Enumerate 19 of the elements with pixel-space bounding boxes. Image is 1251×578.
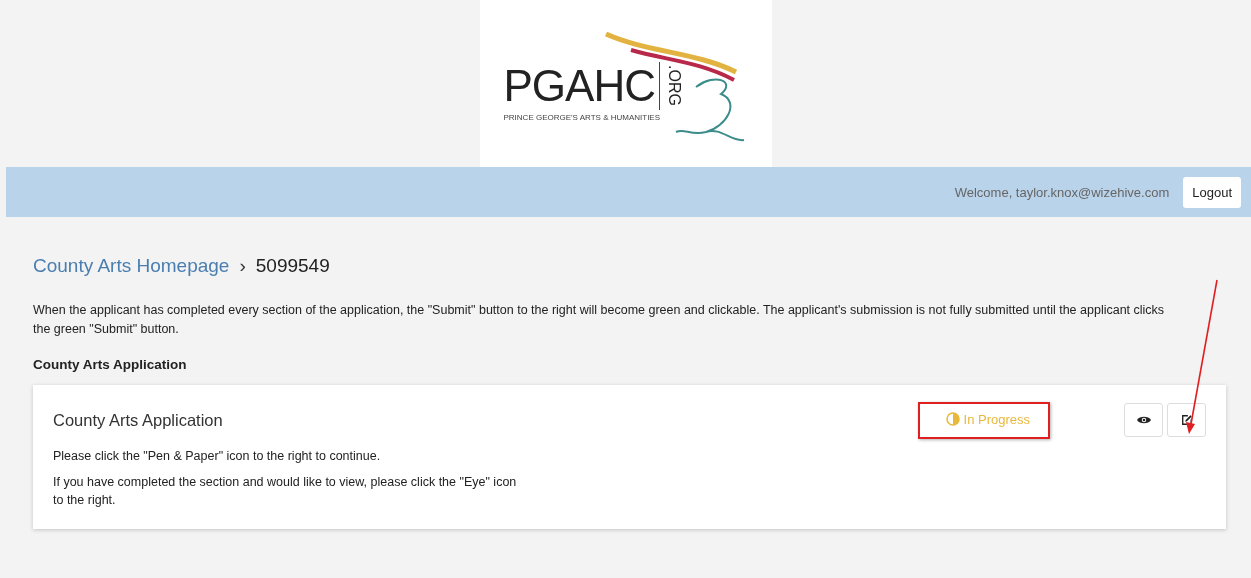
status-label: In Progress [917, 401, 1050, 439]
card-title: County Arts Application [53, 410, 224, 430]
pen-paper-icon [1180, 414, 1193, 426]
view-button[interactable] [1124, 403, 1163, 437]
edit-button[interactable] [1167, 403, 1206, 437]
breadcrumb-separator: › [239, 255, 246, 277]
eye-icon [1136, 415, 1151, 425]
logout-button[interactable]: Logout [1183, 176, 1241, 208]
half-circle-icon [945, 412, 960, 426]
intro-text: When the applicant has completed every section of the application, the "Submit" button to the right will become green and clickable. The applicant's submission is not fully submitted until the applicant clicks the green "Submit" button. [33, 302, 1166, 338]
logo-suffix: .ORG [666, 65, 682, 106]
breadcrumb-current: 5099549 [255, 255, 330, 277]
instruction-text: Please click the "Pen & Paper" icon to the right to continue. [53, 448, 382, 465]
welcome-text: Welcome, taylor.knox@wizehive.com [954, 184, 1170, 200]
logo-tagline: PRINCE GEORGE'S ARTS & HUMANITIES [503, 112, 662, 122]
instruction-text: If you have completed the section and would like to view, please click the "Eye" icon to the right. [53, 474, 518, 509]
breadcrumb-link[interactable]: County Arts Homepage [33, 255, 230, 277]
section-heading: County Arts Application [33, 357, 188, 372]
logo-wordmark: PGAHC [503, 63, 655, 108]
